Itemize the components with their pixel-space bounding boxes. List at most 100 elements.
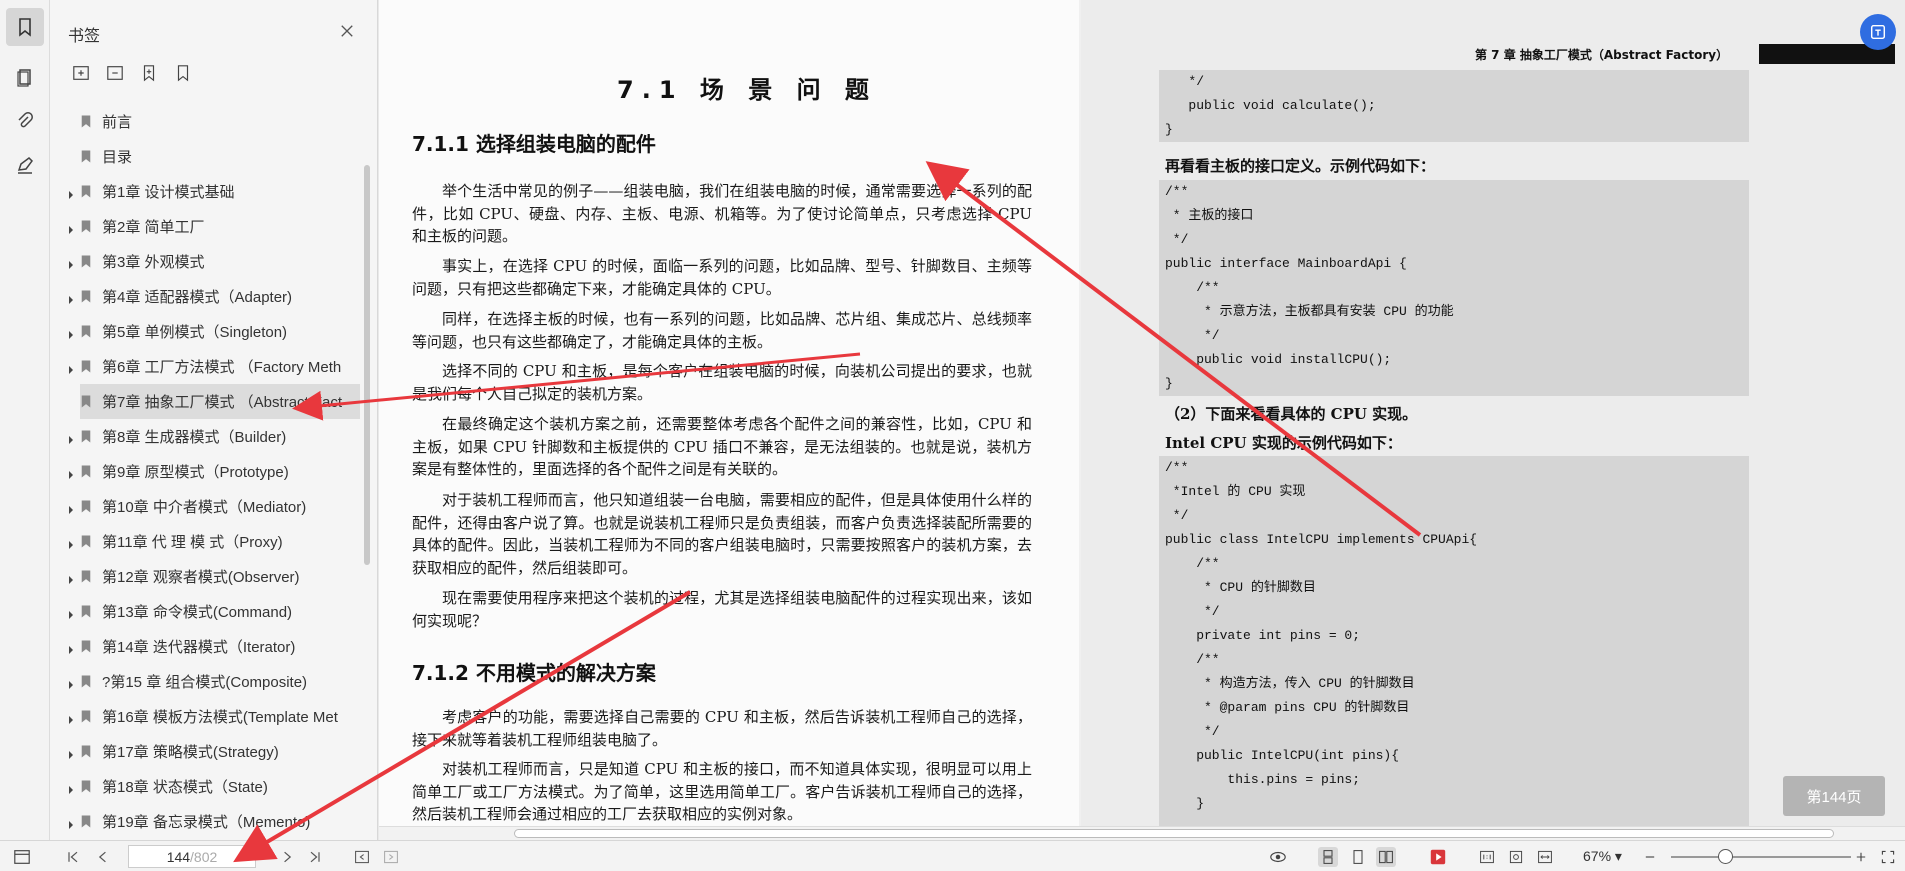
code-block-2: /** * 主板的接口 */ public interface Mainboard… [1159,180,1749,396]
bookmark-item[interactable]: 目录 [50,139,360,174]
bookmark-item[interactable]: 第13章 命令模式(Command) [50,594,360,629]
last-page-icon[interactable] [305,847,325,867]
close-icon[interactable] [336,20,358,42]
bookmark-label: 第18章 状态模式（State) [102,779,268,796]
vertical-scrollbar[interactable] [1895,0,1905,826]
bookmark-item[interactable]: 第17章 策略模式(Strategy) [50,734,360,769]
bookmark-item[interactable]: 第8章 生成器模式（Builder) [50,419,360,454]
panel-scrollbar[interactable] [364,165,370,565]
zoom-value: 67% [1583,848,1612,864]
expand-arrow-icon[interactable] [66,817,76,829]
expand-arrow-icon[interactable] [66,187,76,199]
code-line: /** [1165,184,1189,199]
signature-icon[interactable] [6,146,44,184]
page-number-badge: 第144页 [1783,776,1885,816]
zoom-level[interactable]: 67% ▾ [1583,848,1622,865]
expand-arrow-icon[interactable] [66,327,76,339]
pdf-reader-window: 书签 前言 目录 第1章 设计模式基础 第2章 简单工厂 第3章 外观模式 第4章 适配器… [0,0,1905,871]
back-icon[interactable] [352,847,372,867]
expand-arrow-icon[interactable] [66,642,76,654]
expand-arrow-icon[interactable] [66,292,76,304]
bookmark-item[interactable]: 第4章 适配器模式（Adapter) [50,279,360,314]
forward-icon[interactable] [381,847,401,867]
expand-arrow-icon[interactable] [66,712,76,724]
fit-width-icon[interactable] [1535,847,1555,867]
previous-page-icon[interactable] [93,847,113,867]
bookmark-label: 第10章 中介者模式（Mediator) [102,499,307,516]
bookmark-item[interactable]: 第12章 观察者模式(Observer) [50,559,360,594]
bookmark-item[interactable]: 第9章 原型模式（Prototype) [50,454,360,489]
bookmark-item[interactable]: 第10章 中介者模式（Mediator) [50,489,360,524]
next-page-icon[interactable] [277,847,297,867]
bookmark-flag-icon [80,604,94,620]
bookmark-item[interactable]: ?第15 章 组合模式(Composite) [50,664,360,699]
expand-arrow-icon[interactable] [66,677,76,689]
sidebar-toggle-icon[interactable] [12,847,32,867]
zoom-slider[interactable] [1671,856,1851,858]
bookmark-flag-icon [80,744,94,760]
fullscreen-icon[interactable] [1878,847,1898,867]
bookmark-item[interactable]: 第3章 外观模式 [50,244,360,279]
bookmark-item[interactable]: 第11章 代 理 模 式（Proxy) [50,524,360,559]
continuous-page-icon[interactable] [1318,847,1338,867]
document-viewport[interactable]: 7.1 场 景 问 题 7.1.1 选择组装电脑的配件 举个生活中常见的例子——… [379,0,1905,826]
bookmark-flag-icon[interactable] [172,62,194,84]
body-paragraph: 举个生活中常见的例子——组装电脑，我们在组装电脑的时候，通常需要选择一系列的配件… [412,182,1032,245]
bookmark-icon[interactable] [6,8,44,46]
expand-arrow-icon[interactable] [66,502,76,514]
horizontal-scrollbar-thumb[interactable] [514,829,1834,838]
bookmark-flag-icon [80,499,94,515]
double-page-icon[interactable] [1376,847,1396,867]
bookmark-item[interactable]: 第16章 模板方法模式(Template Met [50,699,360,734]
expand-arrow-icon[interactable] [66,572,76,584]
fit-page-icon[interactable] [1506,847,1526,867]
code-line: * 示意方法，主板都具有安装 CPU 的功能 [1165,304,1454,319]
expand-arrow-icon[interactable] [66,747,76,759]
remove-bookmark-icon[interactable] [104,62,126,84]
bookmark-item[interactable]: 第19章 备忘录模式（Memento) [50,804,360,839]
zoom-slider-thumb[interactable] [1718,849,1733,864]
expand-arrow-icon[interactable] [66,432,76,444]
bookmark-item[interactable]: 前言 [50,104,360,139]
expand-arrow-icon[interactable] [66,782,76,794]
text-cpu-heading: （2）下面来看看具体的 CPU 实现。 [1165,405,1418,423]
bookmark-flag-icon [80,534,94,550]
bookmark-item[interactable]: 第6章 工厂方法模式 （Factory Meth [50,349,360,384]
zoom-out-icon[interactable] [1640,847,1660,867]
code-line: this.pins = pins; [1165,772,1361,787]
expand-arrow-icon[interactable] [66,362,76,374]
add-bookmark-icon[interactable] [70,62,92,84]
single-page-icon[interactable] [1348,847,1368,867]
bookmark-item[interactable]: 第7章 抽象工厂模式 （Abstract Fact [80,384,360,419]
attachment-icon[interactable] [6,102,44,140]
first-page-icon[interactable] [63,847,83,867]
expand-arrow-icon[interactable] [66,607,76,619]
expand-arrow-icon[interactable] [66,467,76,479]
expand-arrow-icon[interactable] [66,537,76,549]
body-paragraph: 事实上，在选择 CPU 的时候，面临一系列的问题，比如品牌、型号、针脚数目、主频… [412,257,1032,298]
bookmark-item[interactable]: 第14章 迭代器模式（Iterator) [50,629,360,664]
bookmark-flag-icon [80,149,94,165]
page-number-input[interactable]: 144/802 [128,845,256,868]
bookmark-item[interactable]: 第5章 单例模式（Singleton) [50,314,360,349]
translate-icon [1870,24,1886,40]
bookmark-item[interactable]: 第18章 状态模式（State) [50,769,360,804]
bookmark-item[interactable]: 第2章 简单工厂 [50,209,360,244]
thumbnail-icon[interactable] [6,58,44,96]
panel-title: 书签 [68,28,101,45]
actual-size-icon[interactable] [1477,847,1497,867]
eye-protection-icon[interactable] [1268,847,1288,867]
code-block-3: /** *Intel 的 CPU 实现 */ public class Intel… [1159,456,1749,826]
bookmark-label: 第9章 原型模式（Prototype) [102,464,289,481]
play-icon[interactable] [1428,847,1448,867]
expand-arrow-icon[interactable] [66,257,76,269]
bookmark-add-flag-icon[interactable] [138,62,160,84]
text-intel-intro: Intel CPU 实现的示例代码如下： [1165,434,1402,452]
bookmark-label: 第16章 模板方法模式(Template Met [102,709,338,726]
zoom-in-icon[interactable] [1851,847,1871,867]
floating-assistant-button[interactable] [1860,14,1896,50]
bookmark-item[interactable]: 第1章 设计模式基础 [50,174,360,209]
bookmark-toolbar [70,62,194,88]
horizontal-scrollbar[interactable] [379,826,1905,840]
expand-arrow-icon[interactable] [66,222,76,234]
